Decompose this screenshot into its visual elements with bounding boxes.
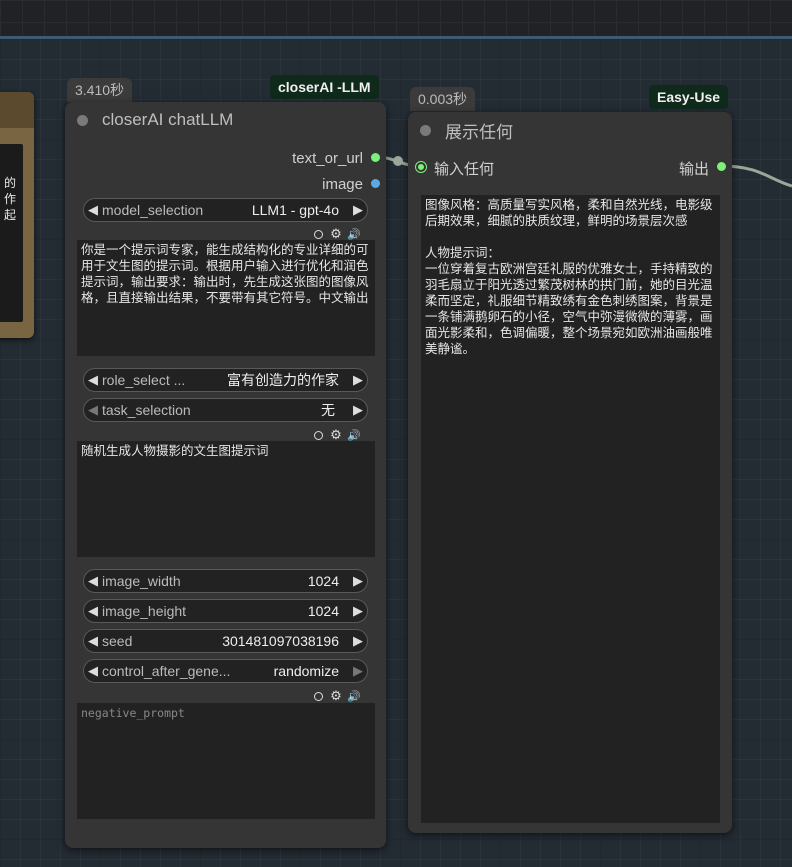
- llm-node-header[interactable]: closerAI chatLLM: [65, 102, 386, 138]
- show-node-header[interactable]: 展示任何: [408, 112, 732, 148]
- model-selection-combo[interactable]: ◀ model_selection LLM1 - gpt-4o ▶: [83, 198, 368, 222]
- prev-arrow-icon[interactable]: ◀: [84, 372, 102, 388]
- output-socket[interactable]: [717, 162, 726, 171]
- offscreen-node[interactable]: 的 作 起: [0, 92, 34, 338]
- gear-icon[interactable]: ⚙: [330, 689, 342, 702]
- gear-icon[interactable]: ⚙: [330, 428, 342, 441]
- decrement-arrow-icon[interactable]: ◀: [84, 633, 102, 649]
- negative-prompt-textarea[interactable]: negative_prompt: [77, 703, 375, 819]
- prev-arrow-icon[interactable]: ◀: [84, 663, 102, 679]
- decrement-arrow-icon[interactable]: ◀: [84, 603, 102, 619]
- show-content-textarea[interactable]: 图像风格：高质量写实风格，柔和自然光线，电影级后期效果，细腻的肤质纹理，鲜明的场…: [421, 195, 720, 823]
- prev-arrow-icon[interactable]: ◀: [84, 202, 102, 218]
- role-select-combo[interactable]: ◀ role_select ... 富有创造力的作家 ▶: [83, 368, 368, 392]
- offscreen-node-textarea[interactable]: [0, 144, 23, 322]
- input-anything-socket[interactable]: [415, 161, 427, 173]
- user-prompt-textarea[interactable]: 随机生成人物摄影的文生图提示词: [77, 441, 375, 557]
- output-label: 输出: [678, 161, 709, 178]
- prev-arrow-icon[interactable]: ◀: [84, 402, 102, 418]
- speaker-icon[interactable]: 🔊: [347, 690, 361, 703]
- gear-icon[interactable]: ⚙: [330, 227, 342, 240]
- increment-arrow-icon[interactable]: ▶: [349, 573, 367, 589]
- llm-node-title: closerAI chatLLM: [102, 110, 234, 129]
- closerai-chatllm-node[interactable]: closerAI chatLLM text_or_url image ◀ mod…: [65, 102, 386, 848]
- offscreen-node-text: 的 作 起: [4, 176, 17, 222]
- circle-icon[interactable]: [312, 429, 324, 441]
- control-after-generate-combo[interactable]: ◀ control_after_gene... randomize ▶: [83, 659, 368, 683]
- decrement-arrow-icon[interactable]: ◀: [84, 573, 102, 589]
- output-text-or-url-socket[interactable]: [371, 153, 380, 162]
- llm-execution-time: 3.410秒: [67, 78, 133, 102]
- prompt-toolbar: ⚙ 🔊: [312, 227, 361, 241]
- next-arrow-icon[interactable]: ▶: [349, 372, 367, 388]
- input-anything-label: 输入任何: [434, 161, 495, 178]
- increment-arrow-icon[interactable]: ▶: [349, 633, 367, 649]
- negative-prompt-toolbar: ⚙ 🔊: [312, 689, 361, 703]
- output-image-label: image: [322, 176, 363, 193]
- next-arrow-icon[interactable]: ▶: [349, 202, 367, 218]
- user-prompt-toolbar: ⚙ 🔊: [312, 428, 361, 442]
- top-toolbar: [0, 0, 792, 36]
- show-node-tag: Easy-Use: [649, 85, 729, 109]
- image-width-number[interactable]: ◀ image_width 1024 ▶: [83, 569, 368, 593]
- show-execution-time: 0.003秒: [410, 87, 476, 111]
- circle-icon[interactable]: [312, 228, 324, 240]
- speaker-icon[interactable]: 🔊: [347, 228, 361, 241]
- output-image-socket[interactable]: [371, 179, 380, 188]
- task-selection-combo[interactable]: ◀ task_selection 无 ▶: [83, 398, 368, 422]
- show-any-node[interactable]: 展示任何 输入任何 输出 图像风格：高质量写实风格，柔和自然光线，电影级后期效果…: [408, 112, 732, 833]
- llm-node-tag: closerAI -LLM: [270, 75, 379, 99]
- speaker-icon[interactable]: 🔊: [347, 429, 361, 442]
- next-arrow-icon[interactable]: ▶: [349, 402, 367, 418]
- image-height-number[interactable]: ◀ image_height 1024 ▶: [83, 599, 368, 623]
- collapse-dot-icon[interactable]: [420, 124, 431, 136]
- next-arrow-icon[interactable]: ▶: [349, 663, 367, 679]
- output-text-or-url-label: text_or_url: [292, 150, 363, 167]
- increment-arrow-icon[interactable]: ▶: [349, 603, 367, 619]
- seed-number[interactable]: ◀ seed 301481097038196 ▶: [83, 629, 368, 653]
- collapse-dot-icon[interactable]: [77, 114, 88, 126]
- system-prompt-textarea[interactable]: 你是一个提示词专家，能生成结构化的专业详细的可用于文生图的提示词。根据用户输入进…: [77, 240, 375, 356]
- show-node-title: 展示任何: [445, 122, 513, 142]
- circle-icon[interactable]: [312, 690, 324, 702]
- offscreen-node-title: [0, 92, 34, 128]
